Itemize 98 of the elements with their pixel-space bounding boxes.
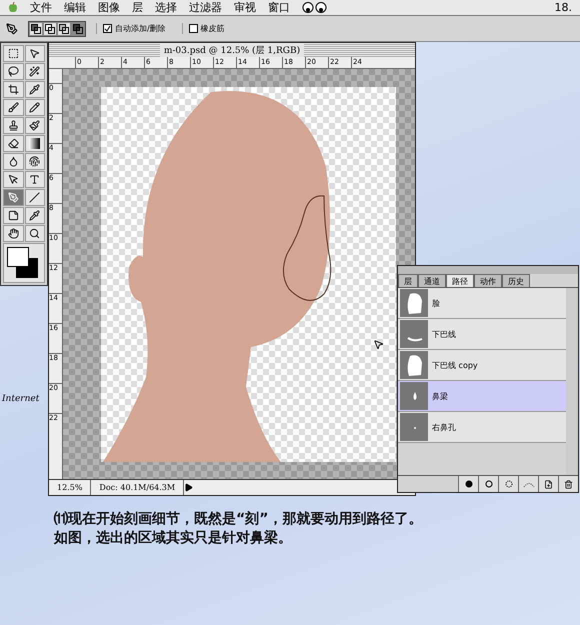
path-row[interactable]: 下巴线 copy	[398, 350, 566, 381]
tool-button[interactable]	[24, 45, 45, 62]
path-name: 下巴线 copy	[432, 360, 478, 370]
menu-item[interactable]: 文件	[30, 0, 52, 15]
hand-icon	[8, 228, 19, 239]
checkbox[interactable]	[188, 24, 198, 33]
tool-button[interactable]	[3, 81, 24, 98]
line-icon	[29, 192, 40, 203]
menu-item[interactable]: 过滤器	[189, 0, 222, 15]
work-path-button[interactable]	[518, 476, 538, 492]
panel-tab[interactable]: 层	[398, 274, 418, 287]
tool-button[interactable]	[3, 45, 24, 62]
tool-button[interactable]	[24, 63, 45, 80]
path-mode-button[interactable]	[57, 22, 71, 36]
play-icon[interactable]	[184, 483, 194, 492]
tool-button[interactable]	[3, 171, 24, 188]
panel-tab[interactable]: 历史	[502, 274, 530, 287]
path-row[interactable]: 鼻梁	[398, 381, 566, 412]
tool-button[interactable]	[3, 207, 24, 224]
gradient-icon	[29, 138, 40, 149]
tool-button[interactable]	[24, 135, 45, 152]
tool-button[interactable]	[24, 81, 45, 98]
pencil-icon	[29, 102, 40, 113]
type-icon	[29, 174, 40, 185]
tool-button[interactable]	[3, 63, 24, 80]
dashed-curve-icon	[522, 480, 534, 488]
circle-outline-icon	[484, 480, 492, 488]
new-path-button[interactable]	[538, 476, 558, 492]
path-thumbnail	[400, 320, 428, 348]
path-thumbnail	[400, 351, 428, 379]
menu-item[interactable]: 窗口	[268, 0, 290, 15]
apple-logo-icon[interactable]	[8, 2, 18, 13]
crop-icon	[8, 84, 19, 95]
path-mode-button[interactable]	[43, 22, 57, 36]
panel-tab[interactable]: 通道	[418, 274, 446, 287]
pen-icon	[6, 22, 18, 34]
path-mode-button[interactable]	[71, 22, 85, 36]
path-name: 右鼻孔	[432, 422, 456, 432]
tool-button[interactable]	[24, 153, 45, 170]
trash-button[interactable]	[558, 476, 578, 492]
tool-button[interactable]	[24, 189, 45, 206]
brush-icon	[8, 102, 19, 113]
dashed-circle-icon	[504, 480, 512, 488]
tool-button[interactable]	[3, 225, 24, 242]
menu-item[interactable]: 图像	[98, 0, 120, 15]
tool-button[interactable]	[24, 171, 45, 188]
panel-tab[interactable]: 路径	[446, 274, 474, 287]
tool-button[interactable]	[3, 99, 24, 116]
new-page-icon	[544, 480, 553, 488]
caption-text: 如图，选出的区域其实只是针对鼻梁。	[54, 529, 293, 548]
path-row[interactable]: 右鼻孔	[398, 412, 566, 443]
zoom-icon	[29, 228, 40, 239]
lasso-icon	[8, 66, 19, 77]
path-thumbnail	[400, 413, 428, 441]
checkbox[interactable]	[103, 24, 112, 33]
tool-button[interactable]	[24, 225, 45, 242]
tool-button[interactable]	[24, 207, 45, 224]
menu-item[interactable]: 选择	[155, 0, 177, 15]
panel-tab[interactable]: 动作	[474, 274, 502, 287]
path-mode-button[interactable]	[29, 22, 43, 36]
wand-icon	[29, 66, 40, 77]
pen-icon	[8, 192, 19, 203]
desktop-icon-label[interactable]: Internet	[2, 394, 40, 404]
tool-button[interactable]	[3, 135, 24, 152]
path-name: 脸	[432, 298, 440, 308]
path-thumbnail	[400, 289, 428, 317]
cursor-icon	[373, 339, 384, 350]
zoom-level: 12.5%	[49, 480, 92, 495]
path-row[interactable]: 下巴线	[398, 319, 566, 350]
eyes-icon	[302, 2, 328, 13]
checkbox-label: 橡皮筋	[200, 23, 225, 34]
caption-text: ⑾现在开始刻画细节，既然是“刻”，那就要动用到路径了。	[54, 510, 424, 529]
path-name: 鼻梁	[432, 390, 448, 402]
stroke-path-button[interactable]	[478, 476, 498, 492]
menu-item[interactable]: 审视	[234, 0, 256, 15]
eraser-icon	[8, 138, 19, 149]
trash-icon	[564, 480, 573, 488]
menu-item[interactable]: 层	[132, 0, 143, 15]
eyedropper-icon	[29, 210, 40, 221]
tool-button[interactable]	[24, 99, 45, 116]
filled-circle-icon	[464, 480, 472, 488]
path-thumbnail	[400, 382, 428, 410]
clock: 18.	[554, 1, 572, 14]
path-name: 下巴线	[432, 328, 456, 340]
tool-button[interactable]	[3, 153, 24, 170]
color-swatches[interactable]	[3, 243, 45, 283]
tool-button[interactable]	[3, 117, 24, 134]
window-title: m-03.psd @ 12.5% (层 1,RGB)	[160, 44, 304, 56]
checkbox-label: 自动添加/删除	[115, 23, 166, 34]
load-selection-button[interactable]	[498, 476, 518, 492]
doc-size: Doc: 40.1M/64.3M	[91, 480, 184, 495]
fill-path-button[interactable]	[458, 476, 478, 492]
stamp-icon	[8, 120, 19, 131]
path-row[interactable]: 脸	[398, 288, 566, 319]
marquee-icon	[8, 48, 19, 59]
menu-item[interactable]: 编辑	[64, 0, 86, 15]
move-icon	[29, 48, 40, 59]
tool-button[interactable]	[24, 117, 45, 134]
